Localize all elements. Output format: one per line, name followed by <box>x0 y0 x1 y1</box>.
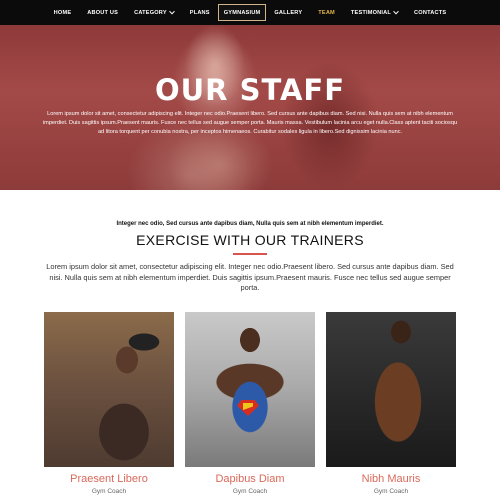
nav-item-label: GALLERY <box>274 9 303 16</box>
hero-background-photo <box>160 25 290 190</box>
title-divider <box>233 253 267 255</box>
nav-item-gallery[interactable]: GALLERY <box>266 0 310 25</box>
nav-item-team[interactable]: TEAM <box>310 0 343 25</box>
hero-banner: OUR STAFF Lorem ipsum dolor sit amet, co… <box>0 25 500 190</box>
nav-item-label: CONTACTS <box>414 9 447 16</box>
nav-item-label: HOME <box>53 9 72 16</box>
trainer-name: Nibh Mauris <box>361 473 421 485</box>
nav-item-label: TEAM <box>318 9 335 16</box>
trainer-photo <box>185 312 315 467</box>
chevron-down-icon <box>393 8 399 14</box>
nav-item-testimonial[interactable]: TESTIMONIAL <box>343 0 406 25</box>
nav-item-contacts[interactable]: CONTACTS <box>406 0 454 25</box>
trainer-name: Praesent Libero <box>70 473 148 485</box>
nav-item-label: ABOUT US <box>87 9 119 16</box>
nav-item-home[interactable]: HOME <box>46 0 80 25</box>
nav-item-category[interactable]: CATEGORY <box>126 0 182 25</box>
nav-item-label: TESTIMONIAL <box>350 9 392 16</box>
hero-text: Lorem ipsum dolor sit amet, consectetur … <box>42 111 458 135</box>
section-description: Lorem ipsum dolor sit amet, consectetur … <box>46 262 454 292</box>
nav-item-label: CATEGORY <box>134 9 167 16</box>
page: HOME ABOUT US CATEGORY PLANS GYMNASIUM G… <box>0 0 500 500</box>
section-subtitle: Integer nec odio, Sed cursus ante dapibu… <box>116 221 384 227</box>
nav-item-about[interactable]: ABOUT US <box>79 0 126 25</box>
nav-item-label: PLANS <box>189 9 210 16</box>
trainer-role: Gym Coach <box>373 488 409 495</box>
main-nav: HOME ABOUT US CATEGORY PLANS GYMNASIUM G… <box>0 0 500 25</box>
trainer-role: Gym Coach <box>232 488 268 495</box>
section-title: EXERCISE WITH OUR TRAINERS <box>136 232 364 248</box>
trainer-photo <box>44 312 174 467</box>
nav-item-label: GYMNASIUM <box>223 9 261 16</box>
nav-item-gymnasium[interactable]: GYMNASIUM <box>217 4 267 21</box>
trainer-role: Gym Coach <box>91 488 127 495</box>
trainer-card[interactable]: Nibh Mauris Gym Coach <box>326 312 456 500</box>
trainer-name: Dapibus Diam <box>215 473 285 485</box>
trainer-photo <box>326 312 456 467</box>
trainer-card[interactable]: Dapibus Diam Gym Coach <box>185 312 315 500</box>
trainer-card[interactable]: Praesent Libero Gym Coach <box>44 312 174 500</box>
chevron-down-icon <box>168 8 175 14</box>
hero-title: OUR STAFF <box>154 73 346 107</box>
nav-item-plans[interactable]: PLANS <box>182 0 218 25</box>
